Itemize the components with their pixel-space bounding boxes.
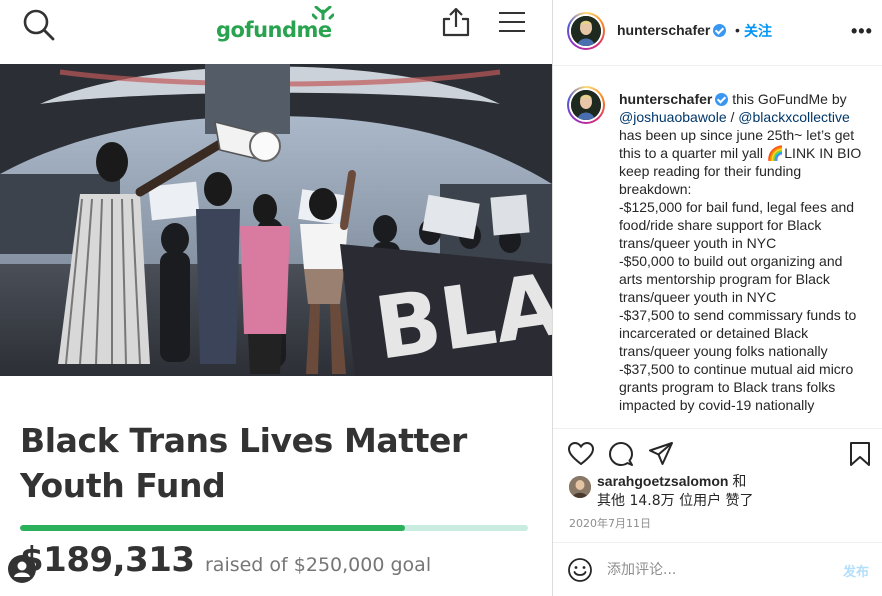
post-actions-bar [553, 428, 882, 470]
progress-fill [20, 525, 405, 531]
caption-area: hunterschafer this GoFundMe by @joshuaob… [553, 66, 882, 428]
fundraising-progress-bar [20, 525, 528, 531]
caption-line: this to a quarter mil yall 🌈LINK IN BIO [619, 145, 862, 161]
caption-line: trans/queer youth in NYC [619, 235, 777, 251]
caption-line: -$37,500 to send commissary funds to [619, 307, 857, 323]
caption-line: arts mentorship program for Black [619, 271, 830, 287]
goal-suffix: goal [390, 554, 432, 576]
post-comment-button[interactable]: 发布 [843, 561, 869, 580]
caption-avatar[interactable] [567, 86, 605, 124]
goal-amount: $250,000 [293, 554, 385, 576]
comment-input[interactable] [607, 559, 827, 581]
gofundme-header: gofundme [0, 0, 552, 64]
header-username[interactable]: hunterschafer [617, 22, 727, 38]
more-options-icon[interactable]: ••• [851, 22, 873, 40]
caption-line: impacted by covid-19 nationally [619, 397, 815, 413]
likes-and: 和 [732, 474, 747, 490]
post-header: hunterschafer • 关注 ••• [553, 0, 882, 66]
caption-mentions-line: @joshuaobawole / @blackxcollective [619, 108, 873, 126]
goal-text: raised of $250,000 goal [205, 554, 431, 576]
comment-icon[interactable] [608, 441, 634, 467]
share-icon[interactable] [440, 6, 472, 38]
verified-badge-icon [713, 24, 727, 37]
profile-avatar[interactable] [567, 12, 605, 50]
menu-icon[interactable] [498, 10, 526, 34]
caption-verified-badge-icon [715, 93, 729, 106]
comment-box: 发布 [553, 542, 882, 596]
user-icon [14, 561, 30, 577]
mention-link-2[interactable]: @blackxcollective [738, 109, 849, 125]
amount-raised-row: $189,313 raised of $250,000 goal [20, 540, 431, 580]
caption-intro: this GoFundMe by [732, 91, 847, 107]
caption-line: -$50,000 to build out organizing and [619, 253, 843, 269]
gofundme-logo-text: gofundme [216, 18, 332, 42]
caption-line: breakdown: [619, 181, 692, 197]
bookmark-icon[interactable] [847, 441, 873, 467]
gofundme-panel: gofundme BLACK Black Trans Lives Matter … [0, 0, 552, 596]
sprout-icon [312, 6, 334, 20]
goal-prefix: raised of [204, 554, 288, 576]
mention-link-1[interactable]: @joshuaobawole [619, 109, 727, 125]
header-username-text: hunterschafer [617, 22, 711, 38]
caption-first-line: hunterschafer this GoFundMe by [619, 90, 873, 108]
likes-others[interactable]: 其他 14.8万 位用户 赞了 [597, 493, 754, 509]
post-caption: hunterschafer this GoFundMe by @joshuaob… [619, 90, 873, 414]
caption-line: has been up since june 25th~ let’s get [619, 127, 855, 143]
post-date[interactable]: 2020年7月11日 [569, 515, 651, 531]
caption-line: incarcerated or detained Black [619, 325, 809, 341]
liker-avatar[interactable] [569, 476, 591, 498]
user-account-button[interactable] [8, 555, 36, 583]
follow-button[interactable]: 关注 [744, 21, 772, 41]
caption-line: -$125,000 for bail fund, legal fees and [619, 199, 855, 215]
caption-username[interactable]: hunterschafer [619, 91, 712, 107]
amount-raised: $189,313 [20, 540, 195, 580]
instagram-panel: hunterschafer • 关注 ••• hunterschafer thi… [552, 0, 882, 596]
heart-icon[interactable] [568, 441, 594, 467]
campaign-title: Black Trans Lives Matter Youth Fund [20, 421, 467, 505]
caption-line: keep reading for their funding [619, 163, 802, 179]
emoji-icon[interactable] [567, 557, 593, 583]
caption-line: trans/queer youth in NYC [619, 289, 777, 305]
search-icon[interactable] [22, 8, 56, 42]
campaign-photo[interactable]: BLACK [0, 64, 552, 376]
liker-username[interactable]: sarahgoetzsalomon [597, 473, 728, 489]
header-separator-dot: • [735, 22, 740, 38]
caption-line: grants program to Black trans folks [619, 379, 836, 395]
likes-text: sarahgoetzsalomon 和 其他 14.8万 位用户 赞了 [597, 472, 857, 510]
caption-line: -$37,500 to continue mutual aid micro [619, 361, 854, 377]
caption-line: food/ride share support for Black [619, 217, 822, 233]
caption-line: trans/queer young folks nationally [619, 343, 828, 359]
send-icon[interactable] [648, 441, 674, 467]
mention-separator: / [726, 109, 739, 125]
